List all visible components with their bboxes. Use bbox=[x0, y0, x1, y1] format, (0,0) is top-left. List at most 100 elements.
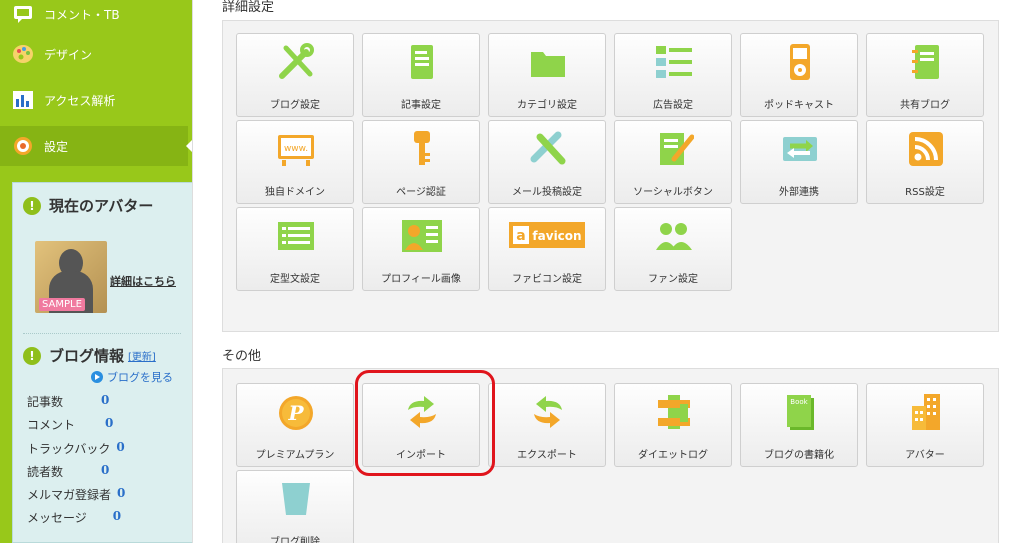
tile-custom-domain[interactable]: www. 独自ドメイン bbox=[236, 120, 354, 204]
building-icon bbox=[912, 394, 940, 430]
tile-external-link[interactable]: 外部連携 bbox=[740, 120, 858, 204]
favicon-text: favicon bbox=[532, 229, 581, 243]
rss-icon bbox=[909, 132, 943, 166]
tile-label: プロフィール画像 bbox=[381, 274, 461, 285]
favicon-icon: a favicon bbox=[509, 222, 585, 248]
tile-premium-plan[interactable]: P プレミアムプラン bbox=[236, 383, 354, 467]
pencil-tool-icon bbox=[530, 131, 566, 165]
avatar[interactable]: SAMPLE bbox=[35, 241, 107, 313]
tile-fan-settings[interactable]: ファン設定 bbox=[614, 207, 732, 291]
tools-icon bbox=[279, 43, 314, 79]
tile-diet-log[interactable]: ダイエットログ bbox=[614, 383, 732, 467]
folder-icon bbox=[531, 52, 565, 77]
template-icon bbox=[278, 222, 314, 250]
www-text: www. bbox=[284, 144, 308, 154]
document-icon bbox=[411, 45, 433, 79]
import-highlight-box bbox=[355, 370, 495, 476]
blog-info-text: ブログ情報 bbox=[49, 347, 125, 365]
export-arrows-icon bbox=[534, 396, 562, 428]
measure-icon bbox=[658, 395, 690, 429]
stat-label: コメント bbox=[27, 418, 76, 432]
tile-delete-blog[interactable]: ブログ削除 bbox=[236, 470, 354, 543]
tile-label: 独自ドメイン bbox=[265, 187, 325, 198]
stat-row: 記事数 0 bbox=[27, 393, 109, 410]
tile-blog-settings[interactable]: ブログ設定 bbox=[236, 33, 354, 117]
tile-label: ファン設定 bbox=[648, 274, 698, 285]
view-blog-text: ブログを見る bbox=[107, 371, 173, 384]
tile-favicon[interactable]: a favicon ファビコン設定 bbox=[488, 207, 606, 291]
tile-label: カテゴリ設定 bbox=[517, 100, 577, 111]
stat-value[interactable]: 0 bbox=[113, 509, 121, 526]
tile-label: 外部連携 bbox=[779, 187, 819, 198]
tile-label: ソーシャルボタン bbox=[633, 187, 713, 198]
profile-card-icon bbox=[402, 220, 442, 252]
sync-arrows-icon bbox=[783, 137, 817, 161]
nav-label: アクセス解析 bbox=[44, 93, 116, 108]
tile-avatar[interactable]: アバター bbox=[866, 383, 984, 467]
stat-value[interactable]: 0 bbox=[105, 416, 113, 433]
tile-label: プレミアムプラン bbox=[255, 450, 335, 461]
stat-row: 読者数 0 bbox=[27, 463, 109, 480]
tile-label: ブログ削除 bbox=[270, 537, 320, 543]
stat-value[interactable]: 0 bbox=[101, 393, 109, 410]
tile-label: ブログの書籍化 bbox=[764, 450, 834, 461]
tile-label: ページ認証 bbox=[396, 187, 446, 198]
tile-category-settings[interactable]: カテゴリ設定 bbox=[488, 33, 606, 117]
tile-blog-to-book[interactable]: Book ブログの書籍化 bbox=[740, 383, 858, 467]
www-sign-icon: www. bbox=[278, 135, 314, 166]
tile-article-settings[interactable]: 記事設定 bbox=[362, 33, 480, 117]
tile-rss-settings[interactable]: RSS設定 bbox=[866, 120, 984, 204]
tile-page-auth[interactable]: ページ認証 bbox=[362, 120, 480, 204]
comment-icon bbox=[12, 3, 34, 25]
palette-icon bbox=[12, 43, 34, 65]
tile-shared-blog[interactable]: 共有ブログ bbox=[866, 33, 984, 117]
tile-mail-post[interactable]: メール投稿設定 bbox=[488, 120, 606, 204]
stat-row: メッセージ 0 bbox=[27, 509, 121, 526]
stat-label: トラックバック bbox=[27, 442, 111, 456]
nav-comments-tb[interactable]: コメント・TB bbox=[0, 0, 188, 34]
key-icon bbox=[414, 131, 430, 165]
tile-label: ファビコン設定 bbox=[512, 274, 582, 285]
tile-ad-settings[interactable]: 広告設定 bbox=[614, 33, 732, 117]
tile-label: RSS設定 bbox=[905, 187, 945, 198]
stat-row: トラックバック 0 bbox=[27, 440, 125, 457]
avatar-section-title: ! 現在のアバター bbox=[23, 195, 153, 216]
tile-profile-image[interactable]: プロフィール画像 bbox=[362, 207, 480, 291]
sample-tag: SAMPLE bbox=[39, 298, 85, 311]
tile-social-buttons[interactable]: ソーシャルボタン bbox=[614, 120, 732, 204]
stat-label: メルマガ登録者 bbox=[27, 488, 112, 502]
stat-label: 記事数 bbox=[27, 395, 64, 409]
favicon-letter: a bbox=[516, 228, 525, 244]
stat-label: メッセージ bbox=[27, 511, 87, 525]
stat-label: 読者数 bbox=[27, 465, 64, 479]
nav-design[interactable]: デザイン bbox=[0, 34, 188, 74]
info-icon: ! bbox=[23, 196, 41, 215]
nav-settings[interactable]: 設定 bbox=[0, 126, 192, 166]
stat-value[interactable]: 0 bbox=[117, 486, 125, 503]
tile-podcast[interactable]: ポッドキャスト bbox=[740, 33, 858, 117]
tile-label: 記事設定 bbox=[401, 100, 441, 111]
update-link[interactable]: [更新] bbox=[128, 348, 156, 363]
avatar-title-text: 現在のアバター bbox=[49, 197, 154, 215]
edit-document-icon bbox=[660, 133, 694, 165]
nav-label: コメント・TB bbox=[44, 7, 120, 22]
tile-export[interactable]: エクスポート bbox=[488, 383, 606, 467]
nav-analytics[interactable]: アクセス解析 bbox=[0, 80, 188, 120]
ipod-icon bbox=[790, 44, 810, 80]
sidebar-panel: ! 現在のアバター SAMPLE 詳細はこちら ! ブログ情報 [更新] ブログ… bbox=[12, 182, 192, 543]
stat-value[interactable]: 0 bbox=[116, 440, 124, 457]
premium-coin-icon: P bbox=[279, 396, 313, 430]
blog-info-title: ! ブログ情報 [更新] bbox=[23, 345, 156, 366]
bar-chart-icon bbox=[12, 89, 34, 111]
view-blog-link[interactable]: ブログを見る bbox=[91, 369, 173, 385]
tile-label: メール投稿設定 bbox=[512, 187, 582, 198]
detail-section-title: 詳細設定 bbox=[222, 0, 275, 15]
tile-label: ポッドキャスト bbox=[764, 100, 834, 111]
tile-label: 広告設定 bbox=[653, 100, 693, 111]
nav-label: 設定 bbox=[44, 139, 69, 154]
avatar-detail-link[interactable]: 詳細はこちら bbox=[110, 273, 176, 289]
stat-value[interactable]: 0 bbox=[101, 463, 109, 480]
sidebar: コメント・TB デザイン アクセス解析 設定 ! 現在のアバター SAMPLE … bbox=[0, 0, 192, 543]
tile-label: ブログ設定 bbox=[270, 100, 320, 111]
tile-template[interactable]: 定型文設定 bbox=[236, 207, 354, 291]
